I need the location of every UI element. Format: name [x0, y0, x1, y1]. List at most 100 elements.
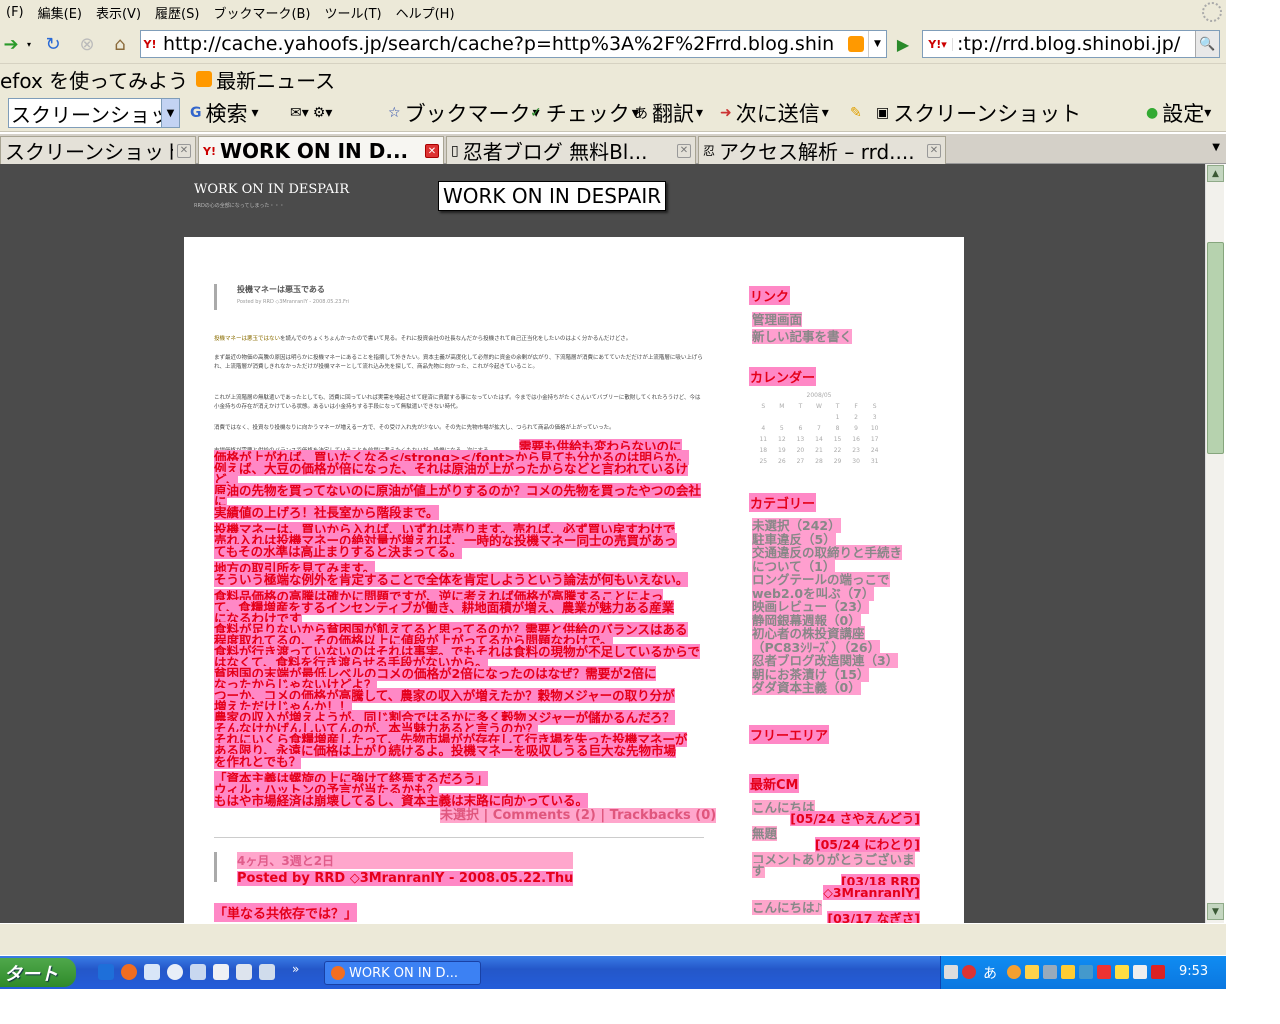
menu-help[interactable]: ヘルプ(H)	[390, 3, 463, 22]
calendar-day[interactable]	[773, 412, 792, 423]
calendar-day[interactable]: 20	[791, 445, 810, 456]
scroll-thumb[interactable]	[1207, 242, 1224, 454]
security-icon[interactable]	[1097, 965, 1111, 979]
puzzle-icon[interactable]: ⚙▾	[313, 105, 333, 121]
category-item[interactable]: ダダ資本主義（0）	[752, 680, 902, 695]
close-icon[interactable]: ✕	[677, 143, 691, 158]
menu-bookmarks[interactable]: ブックマーク(B)	[207, 3, 318, 22]
calendar-day[interactable]: 9	[847, 423, 866, 434]
history-dropdown-icon[interactable]: ▾	[22, 31, 36, 57]
toolbar-bookmark-button[interactable]: ☆ ブックマーク ▾	[388, 98, 544, 128]
quicklaunch-expand-icon[interactable]: »	[292, 962, 299, 976]
menu-edit[interactable]: 編集(E)	[32, 3, 90, 22]
url-bar[interactable]: Y! http://cache.yahoofs.jp/search/cache?…	[140, 30, 887, 58]
calendar-day[interactable]: 7	[810, 423, 829, 434]
category-item[interactable]: 交通違反の取締りと手続き	[752, 545, 903, 560]
toolbar-settings-button[interactable]: ● 設定 ▾	[1146, 98, 1215, 128]
close-icon[interactable]: ✕	[177, 143, 191, 158]
calendar-day[interactable]: 6	[791, 423, 810, 434]
calendar-day[interactable]: 31	[865, 456, 884, 467]
app-icon[interactable]	[190, 964, 206, 980]
vertical-scrollbar[interactable]: ▲ ▼	[1205, 164, 1224, 923]
calendar-day[interactable]: 24	[865, 445, 884, 456]
category-item[interactable]: について（1）	[752, 558, 902, 574]
category-item[interactable]: 駐車違反（5）	[752, 531, 902, 547]
category-item[interactable]: web2.0を叫ぶ（7）	[752, 585, 902, 601]
calendar-day[interactable]: 3	[865, 412, 884, 423]
site-title[interactable]: WORK ON IN DESPAIR	[194, 182, 349, 197]
chevron-down-icon[interactable]: ▼	[161, 99, 179, 127]
home-icon[interactable]: ⌂	[106, 31, 134, 57]
toolbar-select[interactable]: スクリーンショット ▼	[8, 98, 180, 128]
calendar-day[interactable]: 25	[754, 456, 773, 467]
calendar-day[interactable]: 22	[828, 445, 847, 456]
calendar-day[interactable]: 16	[847, 434, 866, 445]
intro-link[interactable]: 投機マネーは悪玉ではない	[214, 336, 280, 342]
scroll-up-icon[interactable]: ▲	[1207, 165, 1224, 182]
category-item[interactable]: 未選択（242）	[752, 518, 902, 533]
calendar-day[interactable]: 17	[865, 434, 884, 445]
category-item[interactable]: ロングテールの端っこで	[752, 572, 902, 587]
close-icon[interactable]: ✕	[927, 143, 941, 158]
calendar-day[interactable]: 8	[828, 423, 847, 434]
tab-work-on-in-despair[interactable]: Y! WORK ON IN D... ✕	[198, 136, 444, 165]
rss-feed-icon[interactable]	[848, 36, 864, 52]
bookmark-getting-started[interactable]: efox を使ってみよう	[0, 65, 196, 94]
calendar-day[interactable]: 4	[754, 423, 773, 434]
adobe-icon[interactable]	[1151, 965, 1165, 979]
toolbar-icon-group[interactable]: ✉▾ ⚙▾	[290, 98, 336, 128]
ie-icon[interactable]	[98, 964, 114, 980]
tab-screenshot[interactable]: スクリーンショット... ✕	[0, 136, 196, 164]
notepad-icon[interactable]	[236, 964, 252, 980]
firefox-icon[interactable]	[121, 964, 137, 980]
url-dropdown-icon[interactable]: ▼	[868, 31, 886, 57]
calendar-day[interactable]: 26	[773, 456, 792, 467]
display-icon[interactable]	[1079, 965, 1093, 979]
warning-icon[interactable]	[1061, 965, 1075, 979]
calendar-month[interactable]: 2008/05	[754, 392, 884, 399]
messenger-icon[interactable]	[144, 964, 160, 980]
link-new-post[interactable]: 新しい記事を書く	[752, 328, 853, 344]
search-icon[interactable]: 🔍	[1195, 31, 1219, 57]
toolbar-send-button[interactable]: ➜ 次に送信 ▾	[720, 98, 833, 128]
calendar-day[interactable]: 15	[828, 434, 847, 445]
calendar-day[interactable]: 5	[773, 423, 792, 434]
tab-access-analysis[interactable]: 忍 アクセス解析 – rrd.... ✕	[698, 136, 946, 164]
network-icon[interactable]	[1043, 965, 1057, 979]
reload-icon[interactable]: ↻	[40, 31, 66, 57]
toolbar-search-button[interactable]: G 検索 ▾	[190, 98, 263, 128]
calendar-day[interactable]: 1	[828, 412, 847, 423]
shield-icon[interactable]	[1025, 965, 1039, 979]
app-tray-icon[interactable]	[1115, 965, 1129, 979]
toolbar-check-button[interactable]: ✓ チェック ▾	[530, 98, 643, 128]
start-button[interactable]: タート	[0, 958, 76, 987]
calendar-day[interactable]: 13	[791, 434, 810, 445]
category-item[interactable]: 朝にお茶漬け（15）	[752, 666, 902, 682]
calendar-day[interactable]: 19	[773, 445, 792, 456]
url-text[interactable]: http://cache.yahoofs.jp/search/cache?p=h…	[159, 33, 848, 55]
category-item[interactable]: （PC83ｼﾘｰｽﾞ）（26）	[752, 639, 902, 655]
calendar-day[interactable]: 21	[810, 445, 829, 456]
menu-history[interactable]: 履歴(S)	[149, 3, 207, 22]
bookmark-latest-news[interactable]: 最新ニュース	[216, 65, 343, 94]
calendar-day[interactable]	[810, 412, 829, 423]
mail-icon[interactable]: ✉▾	[290, 105, 309, 121]
menu-view[interactable]: 表示(V)	[90, 3, 149, 22]
link-admin[interactable]: 管理画面	[752, 312, 803, 327]
scroll-down-icon[interactable]: ▼	[1207, 903, 1224, 920]
calendar-day[interactable]: 10	[865, 423, 884, 434]
category-item[interactable]: 静岡銀幕週報（0）	[752, 612, 902, 628]
calendar-day[interactable]: 14	[810, 434, 829, 445]
toolbar-translate-button[interactable]: あ 翻訳 ▾	[634, 98, 707, 128]
search-bar[interactable]: Y!▾ :tp://rrd.blog.shinobi.jp/ 🔍	[922, 30, 1220, 58]
calendar-day[interactable]: 12	[773, 434, 792, 445]
toolbar-screenshot-button[interactable]: ▣ スクリーンショット	[876, 98, 1081, 128]
search-input[interactable]: :tp://rrd.blog.shinobi.jp/	[953, 33, 1195, 55]
post-title[interactable]: 投機マネーは悪玉である	[237, 284, 349, 295]
calendar-day[interactable]	[791, 412, 810, 423]
menu-tools[interactable]: ツール(T)	[319, 3, 390, 22]
calendar-day[interactable]: 28	[810, 456, 829, 467]
go-button[interactable]: ▶	[892, 33, 914, 55]
calendar-day[interactable]	[754, 412, 773, 423]
tab-list-icon[interactable]: ▼	[1212, 142, 1220, 153]
